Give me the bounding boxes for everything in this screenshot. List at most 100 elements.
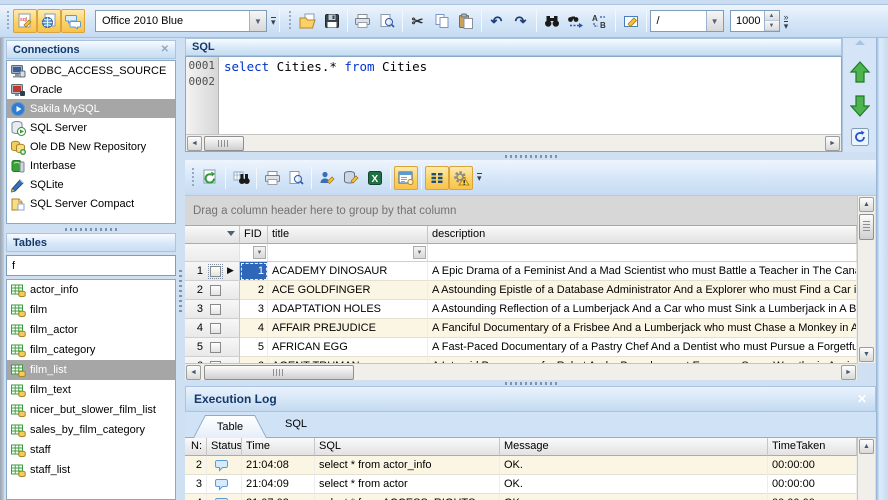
- table-item[interactable]: nicer_but_slower_film_list: [7, 400, 175, 420]
- table-item-selected[interactable]: film_list: [7, 360, 175, 380]
- table-item[interactable]: film_category: [7, 340, 175, 360]
- grid-hscrollbar[interactable]: ◄ ►: [185, 363, 857, 380]
- preview-grid-button[interactable]: [284, 166, 308, 190]
- edit-properties-button[interactable]: [619, 9, 643, 33]
- execute-next-button[interactable]: [849, 94, 871, 118]
- group-by-panel[interactable]: Drag a column header here to group by th…: [185, 196, 857, 226]
- cut-button[interactable]: ✂: [406, 9, 430, 33]
- replace-button[interactable]: AB: [588, 9, 612, 33]
- column-header-fid[interactable]: FID: [240, 226, 268, 244]
- connection-item[interactable]: SQL Server Compact: [7, 194, 175, 213]
- edit-data-button[interactable]: [339, 166, 363, 190]
- scroll-left-button[interactable]: ◄: [186, 365, 201, 380]
- row-checkbox[interactable]: [210, 285, 221, 296]
- redo-button[interactable]: ↷: [509, 9, 533, 33]
- spin-up-button[interactable]: ▲: [764, 11, 779, 21]
- log-column-time[interactable]: Time: [242, 438, 315, 456]
- cell-description[interactable]: A Epic Drama of a Feminist And a Mad Sci…: [428, 262, 857, 281]
- connection-item[interactable]: Ole DB New Repository: [7, 137, 175, 156]
- connection-item-selected[interactable]: Sakila MySQL: [7, 99, 175, 118]
- log-column-timetaken[interactable]: TimeTaken: [768, 438, 857, 456]
- log-row[interactable]: 2 21:04:08 select * from actor_info OK. …: [185, 456, 857, 475]
- find-in-grid-button[interactable]: [229, 166, 253, 190]
- row-checkbox[interactable]: [208, 264, 223, 279]
- print-grid-button[interactable]: [260, 166, 284, 190]
- scroll-thumb[interactable]: [204, 136, 244, 151]
- column-header-description[interactable]: description: [428, 226, 857, 244]
- cell-title[interactable]: ACE GOLDFINGER: [268, 281, 428, 300]
- column-header-indicator[interactable]: [185, 226, 240, 244]
- connection-item[interactable]: Oracle: [7, 80, 175, 99]
- cell-fid-selected[interactable]: 1: [240, 262, 268, 281]
- cell-fid[interactable]: 3: [240, 300, 268, 319]
- cell-fid[interactable]: 2: [240, 281, 268, 300]
- tab-sql[interactable]: SQL: [285, 418, 307, 430]
- filter-dropdown-icon[interactable]: ▼: [413, 246, 426, 259]
- table-row[interactable]: 5 5 AFRICAN EGG A Fast-Paced Documentary…: [185, 338, 857, 357]
- left-panel-splitter[interactable]: [6, 225, 176, 233]
- filter-cell-fid[interactable]: ▼: [240, 244, 268, 261]
- table-item[interactable]: sales_by_film_category: [7, 420, 175, 440]
- cell-title[interactable]: AFFAIR PREJUDICE: [268, 319, 428, 338]
- print-preview-button[interactable]: [375, 9, 399, 33]
- row-checkbox[interactable]: [210, 304, 221, 315]
- table-item[interactable]: actor_info: [7, 280, 175, 300]
- sql-editor-button[interactable]: sql: [13, 9, 37, 33]
- cell-description[interactable]: A Fast-Paced Documentary of a Pastry Che…: [428, 338, 857, 357]
- grid-vscrollbar[interactable]: ▲ ▼: [857, 196, 875, 363]
- filter-dropdown-icon[interactable]: ▼: [253, 246, 266, 259]
- row-checkbox[interactable]: [210, 342, 221, 353]
- undo-button[interactable]: ↶: [485, 9, 509, 33]
- log-vscrollbar[interactable]: ▲: [857, 438, 875, 500]
- cell-title[interactable]: ADAPTATION HOLES: [268, 300, 428, 319]
- filter-cell-description[interactable]: [428, 244, 857, 261]
- object-select[interactable]: / ▼: [649, 10, 724, 32]
- table-item[interactable]: staff: [7, 440, 175, 460]
- scroll-down-button[interactable]: ▼: [859, 347, 874, 362]
- toolbar-overflow[interactable]: » ▾: [784, 12, 789, 30]
- toolbar-grip[interactable]: [190, 167, 195, 188]
- save-button[interactable]: [320, 9, 344, 33]
- comments-button[interactable]: [61, 9, 85, 33]
- connection-item[interactable]: SQLite: [7, 175, 175, 194]
- log-column-message[interactable]: Message: [500, 438, 768, 456]
- cell-description[interactable]: A Astounding Reflection of a Lumberjack …: [428, 300, 857, 319]
- cell-title[interactable]: ACADEMY DINOSAUR: [268, 262, 428, 281]
- table-row[interactable]: 1 ▶ 1 ACADEMY DINOSAUR A Epic Drama of a …: [185, 262, 857, 281]
- filter-cell-title[interactable]: ▼: [268, 244, 428, 261]
- sql-code-line[interactable]: select Cities.* from Cities: [224, 59, 427, 74]
- spin-down-button[interactable]: ▼: [764, 21, 779, 31]
- tables-filter-input[interactable]: [6, 255, 176, 276]
- row-limit-spinner[interactable]: 1000 ▲ ▼: [729, 10, 780, 32]
- connection-item[interactable]: ODBC_ACCESS_SOURCE: [7, 61, 175, 80]
- scroll-up-button[interactable]: ▲: [859, 439, 874, 454]
- table-item[interactable]: film: [7, 300, 175, 320]
- collapse-panel-icon[interactable]: [855, 40, 865, 45]
- refresh-query-button[interactable]: [851, 128, 869, 146]
- table-item[interactable]: film_actor: [7, 320, 175, 340]
- cell-title[interactable]: AFRICAN EGG: [268, 338, 428, 357]
- log-column-sql[interactable]: SQL: [315, 438, 500, 456]
- form-view-button[interactable]: [394, 165, 418, 190]
- connections-close-icon[interactable]: ✕: [161, 44, 169, 55]
- export-excel-button[interactable]: X: [363, 166, 387, 190]
- toolbar-grip[interactable]: [287, 11, 293, 31]
- table-item[interactable]: staff_list: [7, 460, 175, 480]
- find-next-button[interactable]: [564, 9, 588, 33]
- cell-fid[interactable]: 4: [240, 319, 268, 338]
- editor-hscrollbar[interactable]: ◄ ►: [186, 134, 841, 151]
- toolbar-grip[interactable]: [5, 11, 10, 31]
- log-row[interactable]: 3 21:04:09 select * from actor OK. 00:00…: [185, 475, 857, 494]
- object-select-arrow[interactable]: ▼: [705, 11, 723, 31]
- column-header-title[interactable]: title: [268, 226, 428, 244]
- execute-prev-button[interactable]: [849, 60, 871, 84]
- toolbar-options-chevron[interactable]: ▾: [271, 16, 276, 26]
- scroll-up-button[interactable]: ▲: [859, 197, 874, 212]
- table-row[interactable]: 2 2 ACE GOLDFINGER A Astounding Epistle …: [185, 281, 857, 300]
- connection-item[interactable]: SQL Server: [7, 118, 175, 137]
- grid-options-button[interactable]: [449, 165, 473, 190]
- tab-table[interactable]: Table: [193, 415, 267, 438]
- sql-editor[interactable]: 0001 0002 select Cities.* from Cities ◄ …: [185, 56, 842, 152]
- scroll-left-button[interactable]: ◄: [187, 136, 202, 151]
- quick-filter-icon[interactable]: [227, 231, 235, 236]
